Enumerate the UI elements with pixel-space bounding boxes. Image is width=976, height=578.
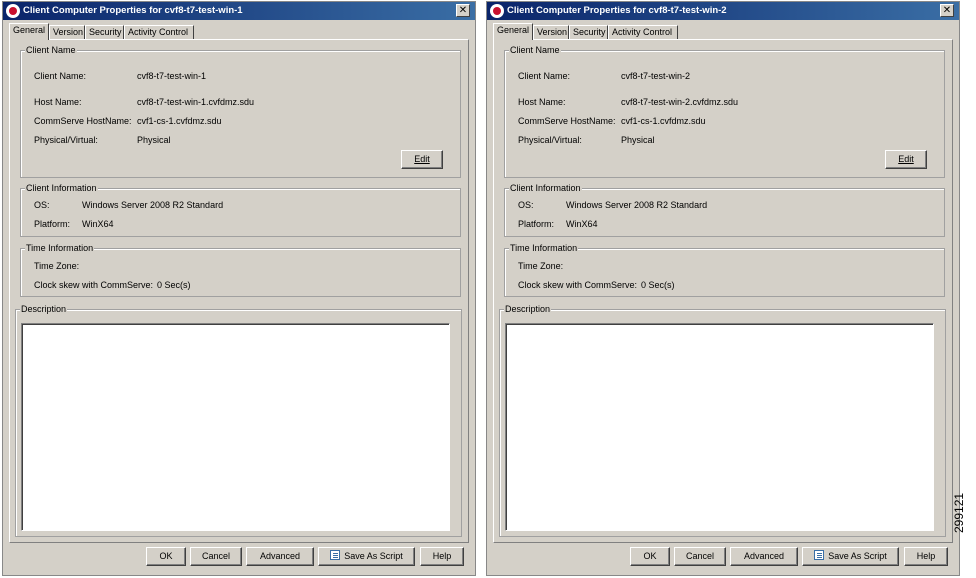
description-group: Description <box>499 304 946 537</box>
group-title: Client Name <box>25 45 77 56</box>
script-icon <box>330 550 341 560</box>
commserve-hostname-value: cvf1-cs-1.cvfdmz.sdu <box>621 116 706 126</box>
close-button[interactable]: ✕ <box>940 4 954 17</box>
figure-number: 299121 <box>952 492 966 533</box>
time-information-group: Time Information Time Zone: Clock skew w… <box>20 243 461 297</box>
save-as-script-label: Save As Script <box>344 551 403 561</box>
os-label: OS: <box>34 200 50 210</box>
os-value: Windows Server 2008 R2 Standard <box>566 200 708 210</box>
tab-version[interactable]: Version <box>49 25 85 40</box>
physical-virtual-value: Physical <box>621 135 655 145</box>
group-title: Description <box>504 304 552 315</box>
clock-skew-label: Clock skew with CommServe: <box>34 280 154 290</box>
commserve-hostname-value: cvf1-cs-1.cvfdmz.sdu <box>137 116 222 126</box>
group-title: Time Information <box>25 243 95 254</box>
group-title: Description <box>20 304 68 315</box>
host-name-label: Host Name: <box>518 97 566 107</box>
description-group: Description <box>15 304 462 537</box>
platform-label: Platform: <box>518 219 555 229</box>
ok-button[interactable]: OK <box>630 547 670 566</box>
tab-general[interactable]: General <box>493 23 533 40</box>
description-textarea[interactable] <box>21 323 450 531</box>
edit-button[interactable]: Edit <box>401 150 443 169</box>
save-as-script-button[interactable]: Save As Script <box>318 547 415 566</box>
tab-security[interactable]: Security <box>569 25 608 40</box>
platform-value: WinX64 <box>82 219 114 229</box>
commserve-hostname-label: CommServe HostName: <box>518 116 616 126</box>
tab-general[interactable]: General <box>9 23 49 40</box>
client-name-value: cvf8-t7-test-win-2 <box>621 71 691 81</box>
physical-virtual-label: Physical/Virtual: <box>518 135 582 145</box>
edit-button[interactable]: Edit <box>885 150 927 169</box>
close-button[interactable]: ✕ <box>456 4 470 17</box>
title-bar[interactable]: Client Computer Properties for cvf8-t7-t… <box>487 2 959 20</box>
general-tab-panel: Client Name Client Name: cvf8-t7-test-wi… <box>9 39 469 543</box>
physical-virtual-value: Physical <box>137 135 171 145</box>
client-name-label: Client Name: <box>34 71 87 81</box>
time-zone-label: Time Zone: <box>518 261 564 271</box>
time-zone-label: Time Zone: <box>34 261 80 271</box>
tab-activity-control[interactable]: Activity Control <box>124 25 194 40</box>
help-button[interactable]: Help <box>420 547 464 566</box>
title-bar[interactable]: Client Computer Properties for cvf8-t7-t… <box>3 2 475 20</box>
host-name-value: cvf8-t7-test-win-1.cvfdmz.sdu <box>137 97 255 107</box>
client-information-group: Client Information OS: Windows Server 20… <box>504 183 945 237</box>
os-label: OS: <box>518 200 534 210</box>
client-name-group: Client Name Client Name: cvf8-t7-test-wi… <box>504 45 945 178</box>
group-title: Time Information <box>509 243 579 254</box>
host-name-value: cvf8-t7-test-win-2.cvfdmz.sdu <box>621 97 739 107</box>
cancel-button[interactable]: Cancel <box>190 547 242 566</box>
time-information-group: Time Information Time Zone: Clock skew w… <box>504 243 945 297</box>
tab-activity-control[interactable]: Activity Control <box>608 25 678 40</box>
platform-label: Platform: <box>34 219 71 229</box>
save-as-script-label: Save As Script <box>828 551 887 561</box>
os-value: Windows Server 2008 R2 Standard <box>82 200 224 210</box>
clock-skew-value: 0 Sec(s) <box>157 280 191 290</box>
group-title: Client Information <box>509 183 582 194</box>
host-name-label: Host Name: <box>34 97 82 107</box>
general-tab-panel: Client Name Client Name: cvf8-t7-test-wi… <box>493 39 953 543</box>
group-title: Client Information <box>25 183 98 194</box>
cancel-button[interactable]: Cancel <box>674 547 726 566</box>
save-as-script-button[interactable]: Save As Script <box>802 547 899 566</box>
client-name-value: cvf8-t7-test-win-1 <box>137 71 207 81</box>
clock-skew-label: Clock skew with CommServe: <box>518 280 638 290</box>
client-information-group: Client Information OS: Windows Server 20… <box>20 183 461 237</box>
tab-version[interactable]: Version <box>533 25 569 40</box>
app-logo-icon <box>490 4 504 18</box>
platform-value: WinX64 <box>566 219 598 229</box>
description-textarea[interactable] <box>505 323 934 531</box>
window-title: Client Computer Properties for cvf8-t7-t… <box>23 5 243 16</box>
advanced-button[interactable]: Advanced <box>246 547 314 566</box>
script-icon <box>814 550 825 560</box>
app-logo-icon <box>6 4 20 18</box>
physical-virtual-label: Physical/Virtual: <box>34 135 98 145</box>
tab-security[interactable]: Security <box>85 25 124 40</box>
client-properties-dialog-2: Client Computer Properties for cvf8-t7-t… <box>486 1 960 576</box>
client-properties-dialog-1: Client Computer Properties for cvf8-t7-t… <box>2 1 476 576</box>
client-name-label: Client Name: <box>518 71 571 81</box>
advanced-button[interactable]: Advanced <box>730 547 798 566</box>
commserve-hostname-label: CommServe HostName: <box>34 116 132 126</box>
window-title: Client Computer Properties for cvf8-t7-t… <box>507 5 727 16</box>
group-title: Client Name <box>509 45 561 56</box>
clock-skew-value: 0 Sec(s) <box>641 280 675 290</box>
client-name-group: Client Name Client Name: cvf8-t7-test-wi… <box>20 45 461 178</box>
ok-button[interactable]: OK <box>146 547 186 566</box>
help-button[interactable]: Help <box>904 547 948 566</box>
